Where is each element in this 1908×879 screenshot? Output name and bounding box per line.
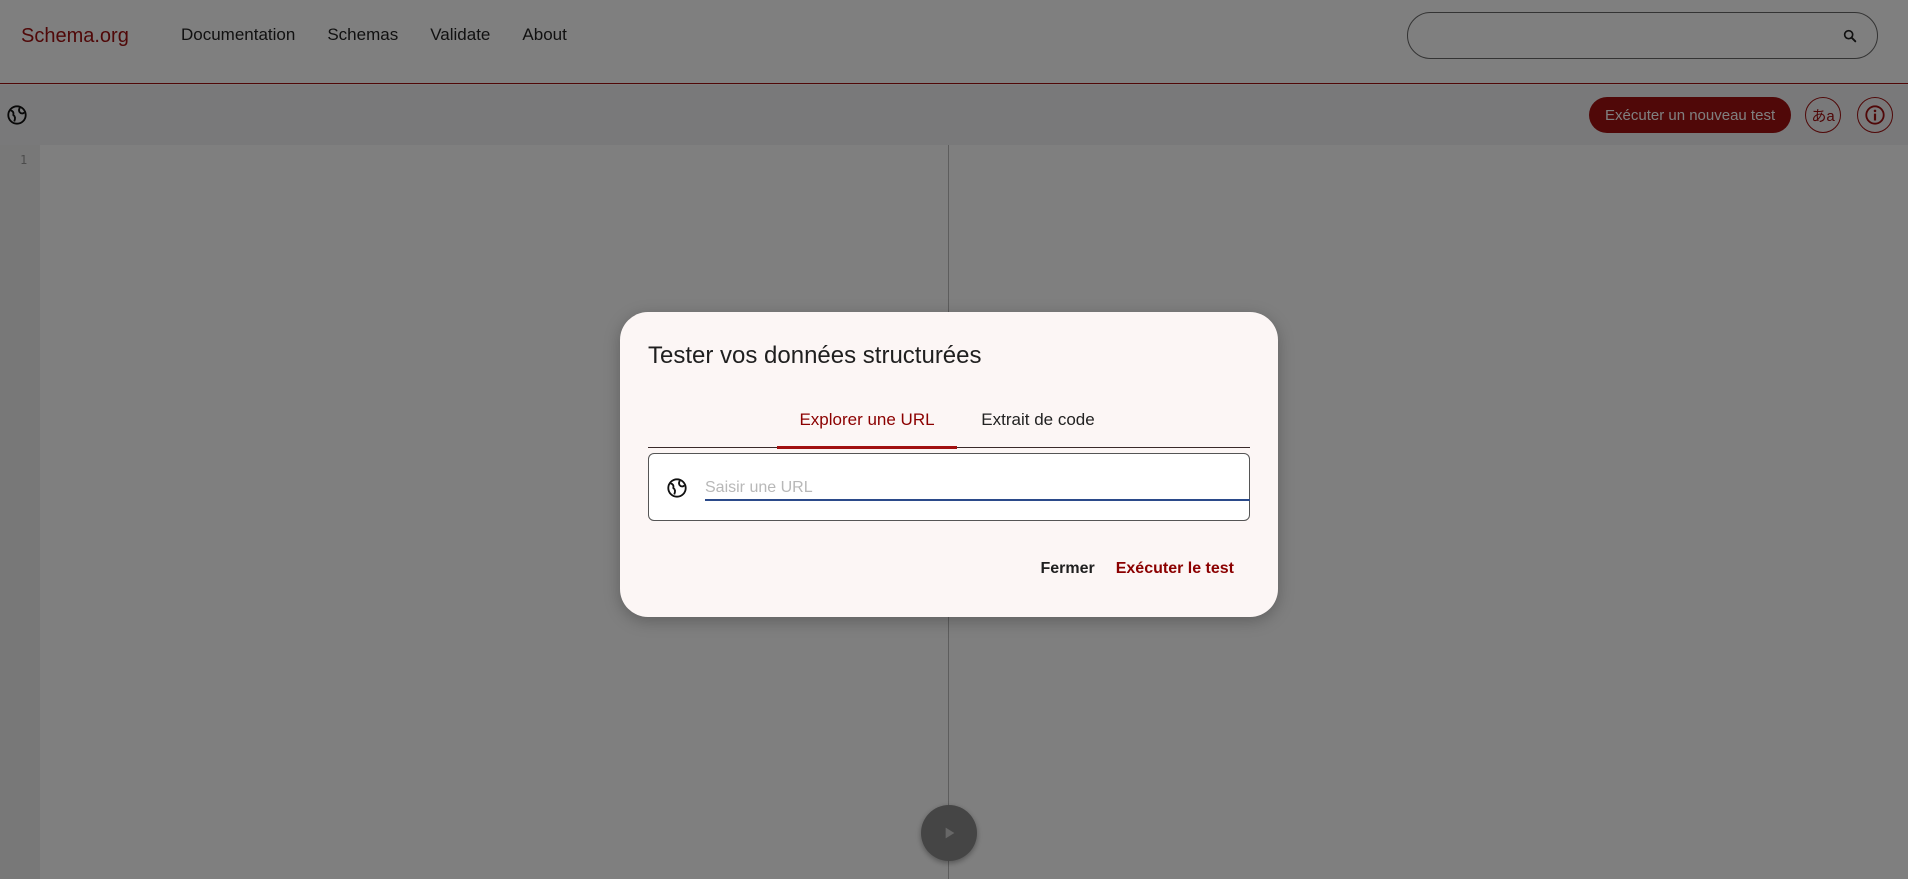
url-input[interactable] [705, 474, 1250, 501]
url-field [648, 453, 1250, 521]
active-tab-indicator [777, 446, 957, 449]
dialog-title: Tester vos données structurées [648, 342, 982, 369]
close-button[interactable]: Fermer [1040, 560, 1094, 578]
dialog-tabs: Explorer une URL Extrait de code [648, 392, 1250, 449]
run-test-button[interactable]: Exécuter le test [1116, 560, 1234, 578]
tab-code-snippet[interactable]: Extrait de code [969, 392, 1107, 448]
tab-code-snippet-label: Extrait de code [981, 410, 1095, 429]
test-structured-data-dialog: Tester vos données structurées Explorer … [620, 312, 1278, 617]
tab-explore-url-label: Explorer une URL [799, 410, 935, 429]
globe-icon [667, 478, 687, 498]
dialog-actions: Fermer Exécuter le test [1040, 560, 1234, 578]
tab-explore-url[interactable]: Explorer une URL [777, 392, 957, 449]
